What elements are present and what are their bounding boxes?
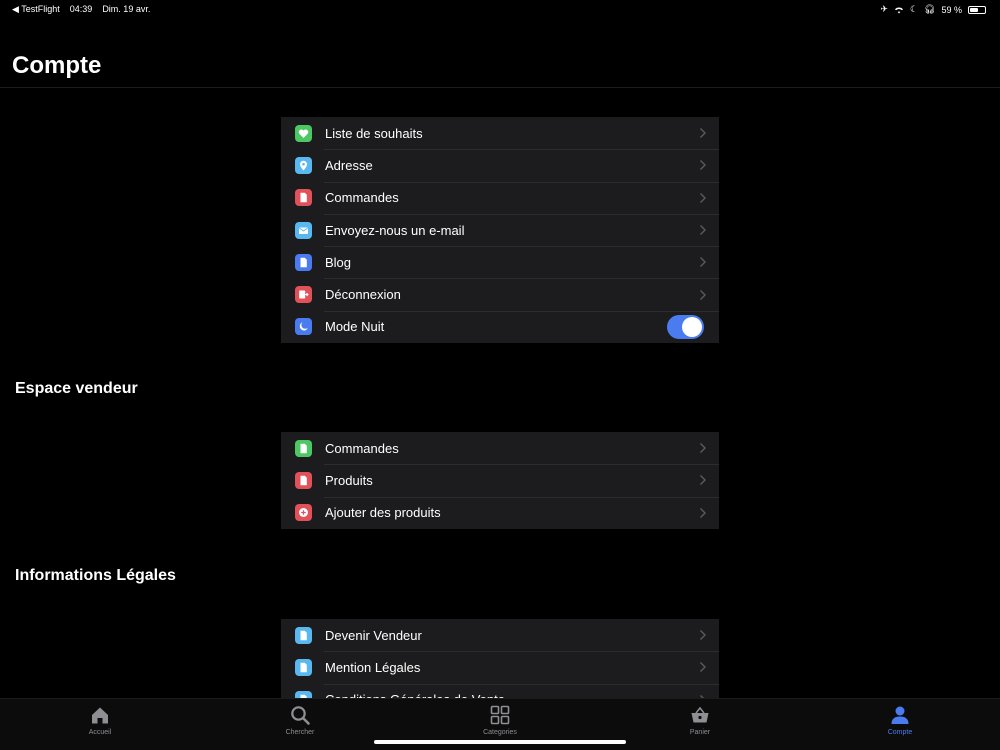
menu-item-label: Blog [325,254,352,270]
chevron-right-icon [700,192,706,203]
back-to-app-link[interactable]: ◀ TestFlight [12,4,60,15]
heart-icon [295,124,312,142]
account-menu-group: Liste de souhaits Adresse Commandes Envoyez… [281,117,719,344]
legal-menu-group: Devenir Vendeur Mention Légales Conditions… [281,619,719,698]
mail-icon [295,221,312,239]
toggle-knob [682,316,702,337]
menu-item-envoyez-nous-un-e-mail[interactable]: Envoyez-nous un e-mail [281,213,719,246]
basket-icon [691,706,709,723]
chevron-right-icon [700,507,706,518]
menu-item-label: Commandes [325,190,399,206]
status-date: Dim. 19 avr. [102,4,151,14]
menu-item-produits[interactable]: Produits [281,464,719,496]
menu-item-commandes[interactable]: Commandes [281,181,719,214]
battery-icon [968,5,986,14]
wifi-icon [894,6,903,13]
moon-status-icon: ☾ [909,4,919,14]
menu-item-label: Devenir Vendeur [325,627,422,643]
home-icon [92,707,108,724]
home-indicator[interactable] [374,740,626,744]
logout-icon [295,286,312,304]
menu-item-liste-de-souhaits[interactable]: Liste de souhaits [281,117,719,149]
chevron-right-icon [700,225,706,236]
airplane-icon: ✈ [880,4,888,14]
document-icon [295,626,312,644]
location-icon [295,156,312,174]
menu-item-label: Mode Nuit [325,319,385,335]
chevron-right-icon [700,257,706,268]
tab-chercher[interactable]: Chercher [200,699,400,750]
menu-item-mention-legales[interactable]: Mention Légales [281,651,719,683]
search-icon [291,706,310,725]
menu-item-label: Produits [325,472,373,488]
document-icon [295,691,312,698]
tab-label: Compte [887,729,913,736]
document-icon [295,189,312,207]
menu-item-label: Déconnexion [325,287,401,303]
tab-compte[interactable]: Compte [800,699,1000,750]
document-icon [295,439,312,457]
section-title-legal: Informations Légales [15,567,176,584]
menu-item-deconnexion[interactable]: Déconnexion [281,278,719,310]
seller-menu-group: Commandes Produits Ajouter des produits [281,432,719,529]
document-icon [295,658,312,676]
chevron-right-icon [700,662,706,673]
menu-item-label: Commandes [325,440,399,456]
chevron-right-icon [700,630,706,641]
document-icon [295,253,312,271]
chevron-right-icon [700,128,706,139]
tab-accueil[interactable]: Accueil [0,699,200,750]
menu-item-adresse[interactable]: Adresse [281,149,719,181]
chevron-right-icon [700,443,706,454]
section-title-seller: Espace vendeur [15,380,138,397]
menu-item-label: Adresse [325,157,373,173]
menu-item-label: Ajouter des produits [325,505,441,521]
menu-item-label: Mention Légales [325,659,421,675]
status-time: 04:39 [69,4,93,14]
menu-item-label: Liste de souhaits [325,125,423,141]
menu-item-ajouter-des-produits[interactable]: Ajouter des produits [281,496,719,529]
battery-percent: 59 % [941,4,962,15]
tab-label: Accueil [88,729,112,736]
moon-icon [295,318,312,336]
menu-item-devenir-vendeur[interactable]: Devenir Vendeur [281,619,719,651]
header-divider [0,87,1000,88]
chevron-right-icon [700,475,706,486]
menu-item-label: Envoyez-nous un e-mail [325,222,465,238]
grid-icon [490,705,510,725]
plus-circle-icon [295,504,312,522]
menu-item-mode-nuit[interactable]: Mode Nuit [281,310,719,343]
menu-item-blog[interactable]: Blog [281,246,719,278]
menu-item-commandes[interactable]: Commandes [281,432,719,464]
headphones-icon: 🎧︎ [924,4,936,14]
page-title: Compte [12,52,102,79]
night-mode-toggle[interactable] [667,314,704,339]
menu-item-conditions-generales-de-vente[interactable]: Conditions Générales de Vente [281,683,719,698]
tab-label: Chercher [285,729,315,736]
chevron-right-icon [700,160,706,171]
tab-panier[interactable]: Panier [600,699,800,750]
status-bar: ◀ TestFlight 04:39 Dim. 19 avr. ✈ ☾ 🎧︎ 5… [0,0,1000,18]
chevron-right-icon [700,289,706,300]
user-icon [891,706,909,724]
tab-label: Categories [483,729,517,736]
tab-label: Panier [689,729,711,736]
document-icon [295,471,312,489]
